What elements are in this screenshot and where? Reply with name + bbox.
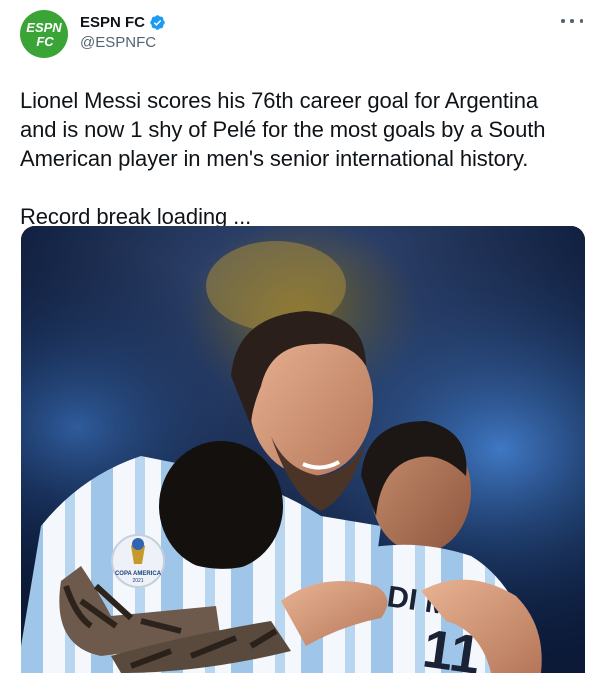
account-avatar[interactable]: ESPN FC — [20, 10, 68, 58]
copa-america-badge: COPA AMERICA 2021 — [111, 534, 165, 588]
celebration-photo: DI MAR 11 COPA AMERICA 2021 — [21, 226, 585, 673]
account-names: ESPN FC @ESPNFC — [80, 14, 166, 51]
tweet-paragraph-1: Lionel Messi scores his 76th career goal… — [20, 88, 546, 171]
avatar-logo-bottom: FC — [36, 34, 54, 49]
tweet-photo[interactable]: DI MAR 11 COPA AMERICA 2021 — [21, 226, 585, 673]
more-horizontal-icon[interactable] — [561, 12, 583, 30]
avatar-logo-top: ESPN — [26, 20, 62, 35]
name-row: ESPN FC — [80, 14, 166, 31]
tweet-header: ESPN FC ESPN FC @ESPNFC — [20, 10, 583, 62]
verified-badge-icon — [149, 14, 166, 31]
badge-year: 2021 — [132, 578, 143, 584]
account-handle[interactable]: @ESPNFC — [80, 34, 166, 51]
more-dot — [579, 19, 583, 23]
tweet-text: Lionel Messi scores his 76th career goal… — [20, 86, 579, 231]
badge-text: COPA AMERICA — [115, 571, 162, 577]
display-name[interactable]: ESPN FC — [80, 14, 145, 31]
espn-fc-logo: ESPN FC — [26, 20, 62, 49]
more-dot — [561, 19, 565, 23]
more-dot — [570, 19, 574, 23]
